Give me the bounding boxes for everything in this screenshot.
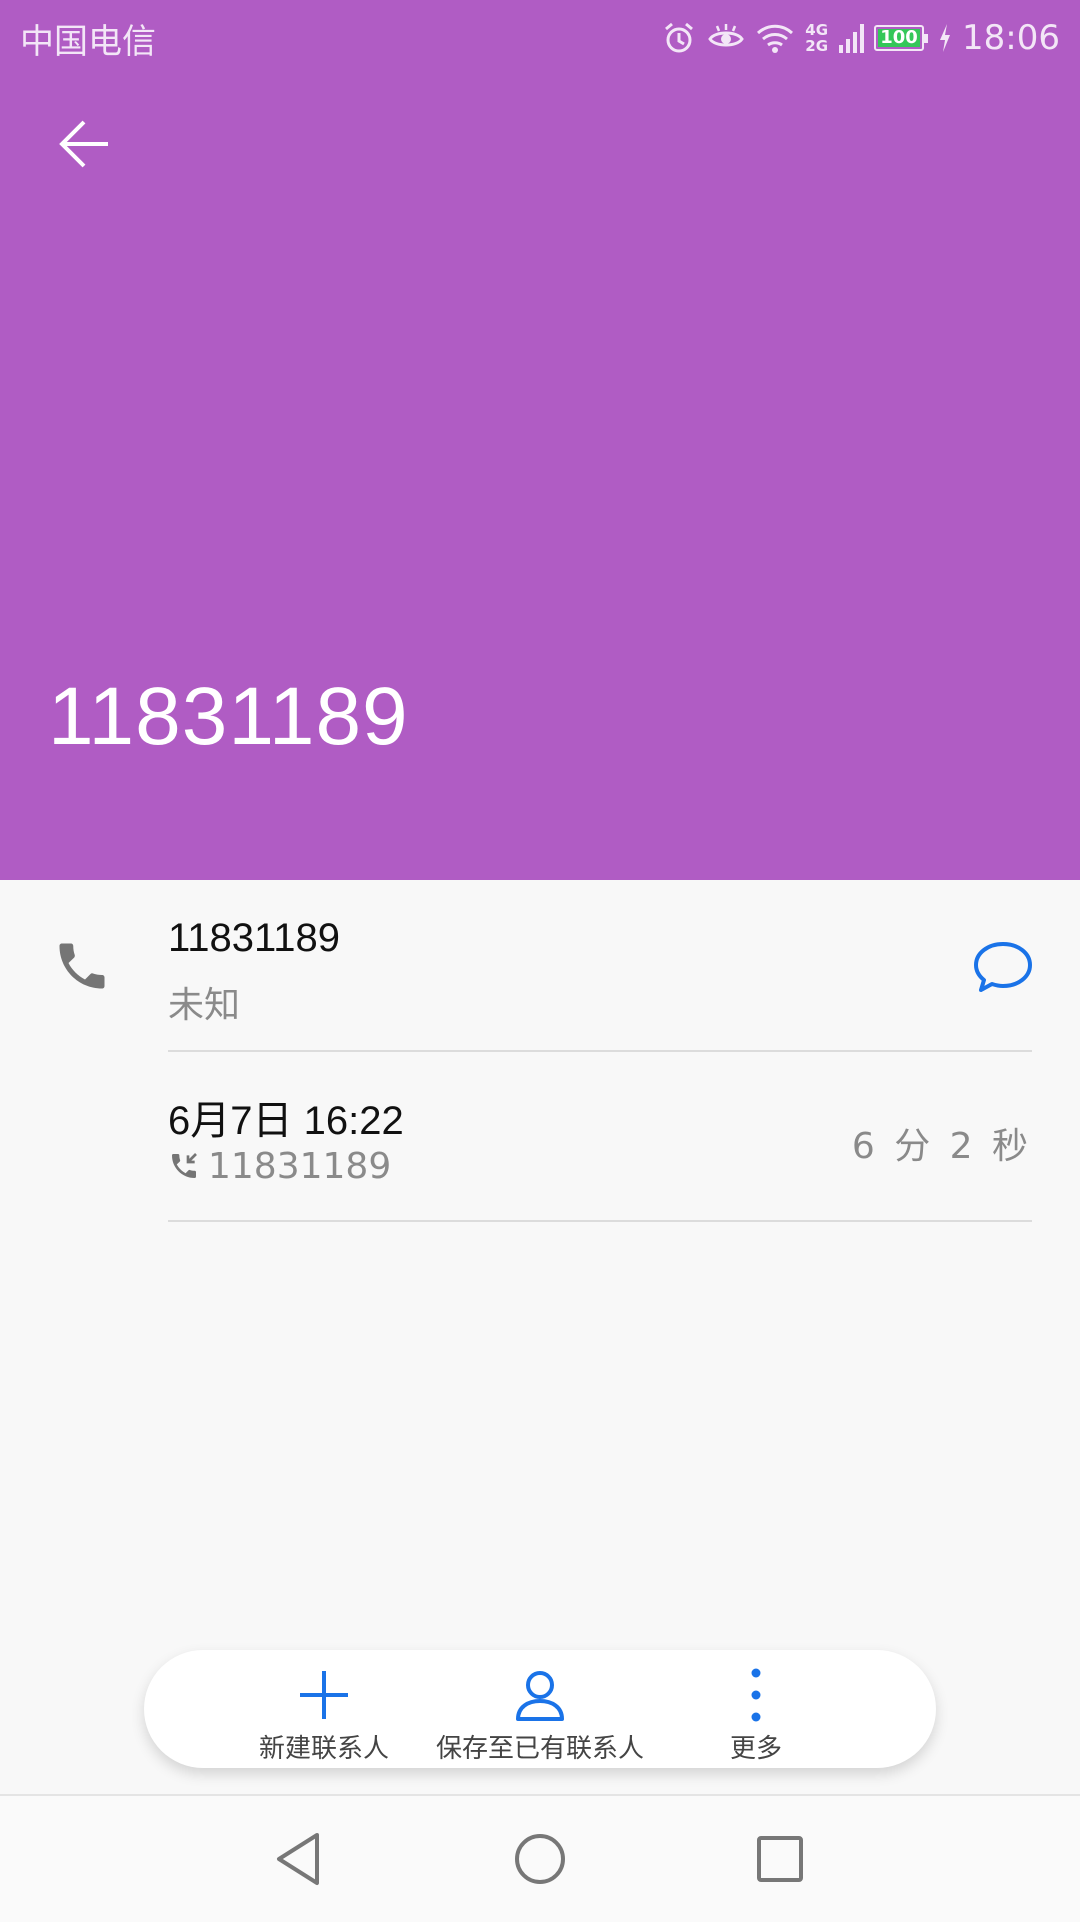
divider [168,1220,1032,1222]
eye-comfort-icon [707,20,745,56]
person-icon [516,1671,564,1721]
incoming-call-icon [168,1150,200,1191]
phone-icon[interactable] [52,936,112,1000]
message-icon [974,942,1032,992]
contact-header: 中国电信 4G 2G 100 18:06 11831189 [0,0,1080,880]
battery-level: 100 [878,29,921,47]
more-vertical-icon [751,1668,761,1722]
status-icons: 4G 2G 100 18:06 [661,10,1060,66]
page-title: 11831189 [48,671,409,762]
home-icon [515,1834,565,1884]
status-bar: 中国电信 4G 2G 100 18:06 [0,0,1080,76]
arrow-left-icon [59,120,108,168]
number-label: 未知 [168,985,241,1026]
nav-recents-button[interactable] [745,1824,815,1894]
alarm-icon [661,20,697,56]
call-number: 11831189 [208,1146,392,1187]
more-button[interactable]: 更多 [636,1664,876,1764]
plus-icon [300,1671,348,1719]
clock: 18:06 [962,18,1060,58]
contact-number: 11831189 [168,916,341,960]
more-label: 更多 [729,1734,782,1764]
nav-back-button[interactable] [264,1824,334,1894]
battery-icon: 100 [874,25,929,51]
new-contact-button[interactable]: 新建联系人 [204,1664,444,1764]
call-datetime: 6月7日 16:22 [168,1099,404,1143]
navigation-bar [0,1794,1080,1922]
signal-icon [838,21,865,55]
back-icon [277,1833,319,1885]
call-duration: 6 分 2 秒 [851,1126,1032,1167]
network-type: 4G 2G [805,21,829,55]
charging-icon [938,23,952,53]
call-number-line: 11831189 [168,1146,391,1191]
call-log-item[interactable]: 6月7日 16:22 11831189 6 分 2 秒 [0,1052,1080,1222]
message-button[interactable] [970,934,1036,1000]
save-to-existing-button[interactable]: 保存至已有联系人 [420,1664,660,1764]
new-contact-label: 新建联系人 [258,1734,389,1764]
recents-icon [757,1836,803,1882]
save-to-existing-label: 保存至已有联系人 [435,1734,644,1764]
contact-number-row[interactable]: 11831189 未知 [0,880,1080,1052]
back-button[interactable] [40,100,128,188]
action-bar: 新建联系人 保存至已有联系人 更多 [144,1650,936,1768]
carrier-name: 中国电信 [20,22,156,62]
nav-home-button[interactable] [505,1824,575,1894]
wifi-icon [755,20,795,56]
